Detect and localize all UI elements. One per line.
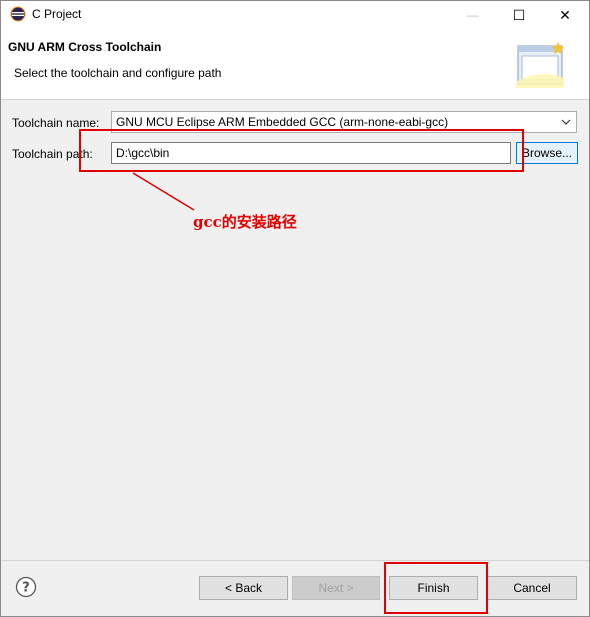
annotation-arrow-line xyxy=(132,172,195,211)
annotation-highlight-finish xyxy=(384,562,488,614)
cancel-button[interactable]: Cancel xyxy=(487,576,577,600)
eclipse-icon xyxy=(10,6,26,22)
minimize-icon: — xyxy=(467,8,479,22)
toolchain-name-value: GNU MCU Eclipse ARM Embedded GCC (arm-no… xyxy=(116,115,449,129)
help-icon[interactable]: ? xyxy=(15,576,37,598)
next-button[interactable]: Next > xyxy=(292,576,380,600)
browse-button[interactable]: Browse... xyxy=(516,142,578,164)
page-description: Select the toolchain and configure path xyxy=(14,66,222,80)
toolchain-name-label: Toolchain name: xyxy=(12,116,100,130)
window-title: C Project xyxy=(32,7,82,21)
maximize-icon: ☐ xyxy=(512,6,526,23)
page-title: GNU ARM Cross Toolchain xyxy=(8,40,162,54)
wizard-banner-icon xyxy=(516,42,564,88)
footer-separator xyxy=(1,560,589,561)
help-icon-glyph: ? xyxy=(22,581,30,596)
annotation-label: gcc的安装路径 xyxy=(193,213,297,231)
close-icon: ✕ xyxy=(559,6,571,23)
maximize-button[interactable]: ☐ xyxy=(496,1,542,29)
chevron-down-icon xyxy=(561,119,571,125)
annotation-highlight-path xyxy=(79,129,524,172)
close-button[interactable]: ✕ xyxy=(542,1,588,29)
minimize-button[interactable]: — xyxy=(450,1,496,29)
back-button[interactable]: < Back xyxy=(199,576,288,600)
